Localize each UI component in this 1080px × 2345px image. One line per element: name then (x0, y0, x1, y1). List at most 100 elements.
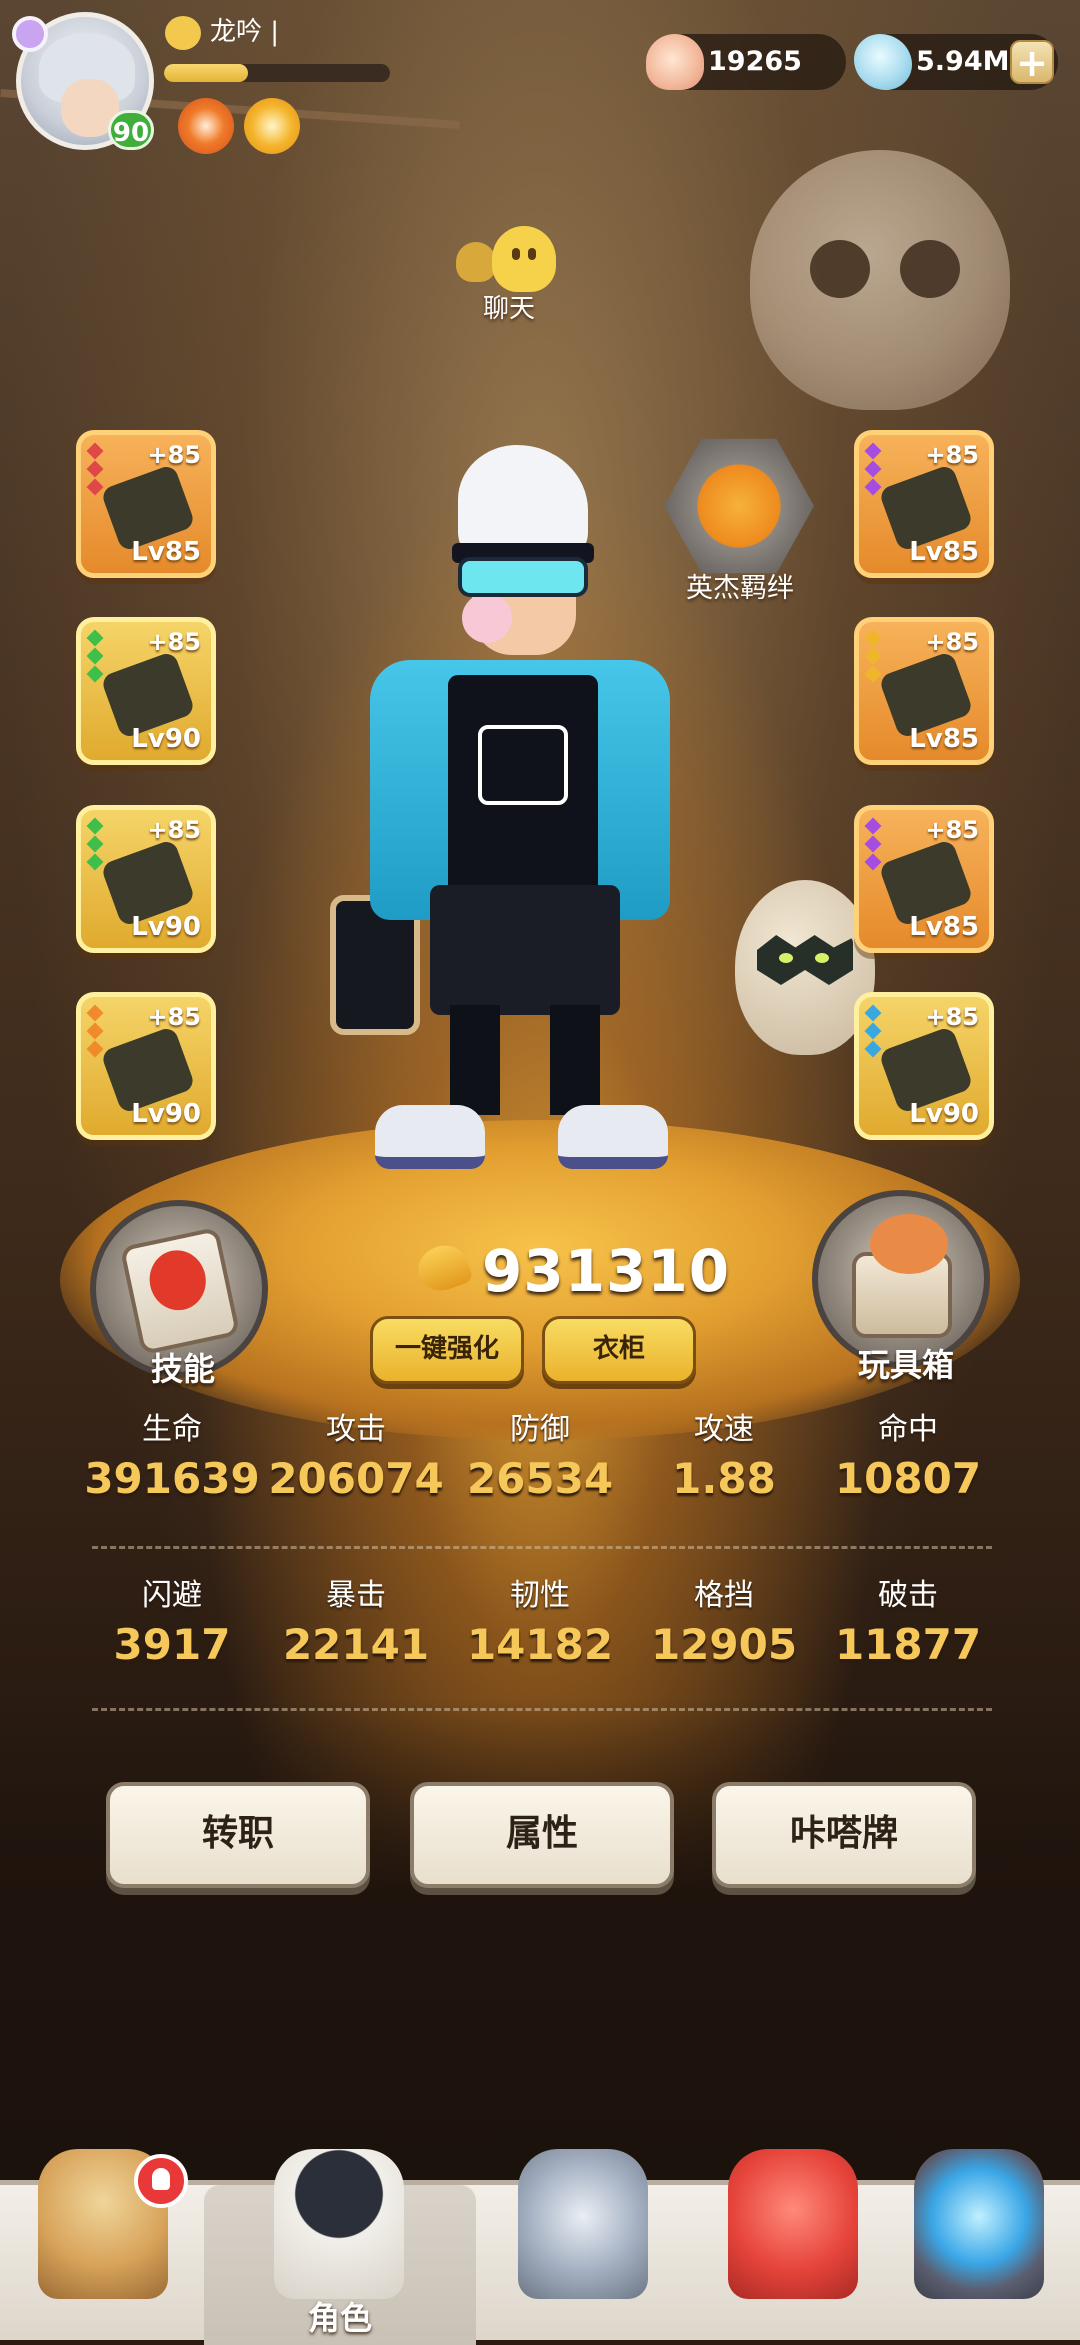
stat-block: 格挡 12905 (634, 1576, 814, 1674)
item-level: Lv85 (909, 724, 979, 754)
stat-value: 12905 (650, 1620, 798, 1669)
card-button[interactable]: 咔嗒牌 (712, 1782, 976, 1888)
enhance-level: +85 (925, 628, 979, 656)
nav-tab-portal[interactable] (876, 2149, 1080, 2345)
nav-tab-character[interactable]: 角色 (204, 2149, 476, 2345)
chat-label[interactable]: 聊天 (456, 288, 562, 325)
quality-gems-icon (86, 442, 105, 499)
stat-hp: 生命 391639 (82, 1410, 262, 1508)
shell-currency: 19265 (646, 34, 846, 90)
gem-currency: 5.94M + (854, 34, 1058, 90)
item-level: Lv90 (131, 1099, 201, 1129)
nav-tab-tribe[interactable] (0, 2149, 206, 2345)
character-icon (274, 2149, 404, 2299)
stat-value: 26534 (466, 1454, 614, 1503)
equip-slot-right-2[interactable]: +85 Lv85 (854, 617, 994, 765)
wardrobe-button[interactable]: 衣柜 (542, 1316, 696, 1384)
stat-value: 14182 (466, 1620, 614, 1669)
item-level: Lv85 (131, 537, 201, 567)
buff-gold-icon[interactable] (244, 98, 300, 154)
player-name: 龙吟 | (210, 17, 280, 47)
stat-value: 391639 (84, 1454, 260, 1503)
equip-slot-right-4[interactable]: +85 Lv90 (854, 992, 994, 1140)
stats-divider (92, 1708, 992, 1711)
stat-pierce: 破击 11877 (818, 1576, 998, 1674)
stat-value: 10807 (834, 1454, 982, 1503)
skill-label[interactable]: 技能 (120, 1344, 246, 1390)
equip-slot-right-1[interactable]: +85 Lv85 (854, 430, 994, 578)
exp-bar-fill (164, 64, 248, 82)
lower-backdrop (0, 1700, 1080, 2180)
enhance-level: +85 (147, 816, 201, 844)
exp-bar (164, 64, 390, 82)
player-character[interactable] (330, 445, 730, 1265)
sword-icon (518, 2149, 648, 2299)
add-gems-button[interactable]: + (1010, 40, 1054, 84)
skull-decoration (750, 150, 1010, 410)
stat-defense: 防御 26534 (450, 1410, 630, 1508)
stat-value: 11877 (834, 1620, 982, 1669)
item-level: Lv90 (909, 1099, 979, 1129)
equip-slot-left-4[interactable]: +85 Lv90 (76, 992, 216, 1140)
enhance-level: +85 (925, 816, 979, 844)
stat-value: 1.88 (672, 1454, 776, 1503)
stat-label: 攻速 (694, 1412, 754, 1447)
shell-amount: 19265 (708, 46, 802, 77)
stat-crit: 暴击 22141 (266, 1576, 446, 1674)
stat-attack-speed: 攻速 1.88 (634, 1410, 814, 1508)
red-pet-icon (728, 2149, 858, 2299)
combat-power: 931310 (482, 1237, 731, 1305)
skill-book-icon (119, 1226, 241, 1356)
enhance-level: +85 (147, 441, 201, 469)
quality-gems-icon (864, 629, 883, 686)
nav-tab-pets[interactable] (690, 2149, 896, 2345)
notification-bell-icon (134, 2154, 188, 2208)
enhance-level: +85 (147, 628, 201, 656)
stat-label: 攻击 (326, 1412, 386, 1447)
stat-label: 韧性 (510, 1578, 570, 1613)
stat-accuracy: 命中 10807 (818, 1410, 998, 1508)
quality-gems-icon (864, 1004, 883, 1061)
nav-tab-adventure[interactable] (480, 2149, 686, 2345)
item-level: Lv85 (909, 912, 979, 942)
emoji-face-icon (165, 16, 201, 50)
stat-toughness: 韧性 14182 (450, 1576, 630, 1674)
equip-slot-left-3[interactable]: +85 Lv90 (76, 805, 216, 953)
item-level: Lv85 (909, 537, 979, 567)
enhance-level: +85 (925, 1003, 979, 1031)
enhance-level: +85 (147, 1003, 201, 1031)
quality-gems-icon (86, 629, 105, 686)
attributes-button[interactable]: 属性 (410, 1782, 674, 1888)
stat-label: 闪避 (142, 1578, 202, 1613)
stat-label: 生命 (142, 1412, 202, 1447)
quality-gems-icon (864, 817, 883, 874)
equip-slot-left-1[interactable]: +85 Lv85 (76, 430, 216, 578)
stat-label: 命中 (878, 1412, 938, 1447)
stat-value: 206074 (268, 1454, 444, 1503)
portal-icon (914, 2149, 1044, 2299)
job-change-button[interactable]: 转职 (106, 1782, 370, 1888)
gem-amount: 5.94M (916, 46, 1010, 77)
buff-fire-icon[interactable] (178, 98, 234, 154)
stats-divider (92, 1546, 992, 1549)
stat-value: 22141 (282, 1620, 430, 1669)
enhance-all-button[interactable]: 一键强化 (370, 1316, 524, 1384)
item-level: Lv90 (131, 724, 201, 754)
toybox-label[interactable]: 玩具箱 (826, 1340, 986, 1386)
stat-value: 3917 (113, 1620, 231, 1669)
chat-bubble-icon[interactable] (456, 220, 574, 292)
equip-slot-left-2[interactable]: +85 Lv90 (76, 617, 216, 765)
stat-label: 防御 (510, 1412, 570, 1447)
item-level: Lv90 (131, 912, 201, 942)
stat-label: 破击 (878, 1578, 938, 1613)
avatar-frame-badge-icon (12, 16, 48, 52)
enhance-level: +85 (925, 441, 979, 469)
equip-slot-right-3[interactable]: +85 Lv85 (854, 805, 994, 953)
shell-icon (646, 34, 704, 90)
stat-label: 暴击 (326, 1578, 386, 1613)
quality-gems-icon (864, 442, 883, 499)
stat-dodge: 闪避 3917 (82, 1576, 262, 1674)
nav-character-label: 角色 (307, 2299, 372, 2337)
stat-label: 格挡 (694, 1578, 754, 1613)
quality-gems-icon (86, 1004, 105, 1061)
